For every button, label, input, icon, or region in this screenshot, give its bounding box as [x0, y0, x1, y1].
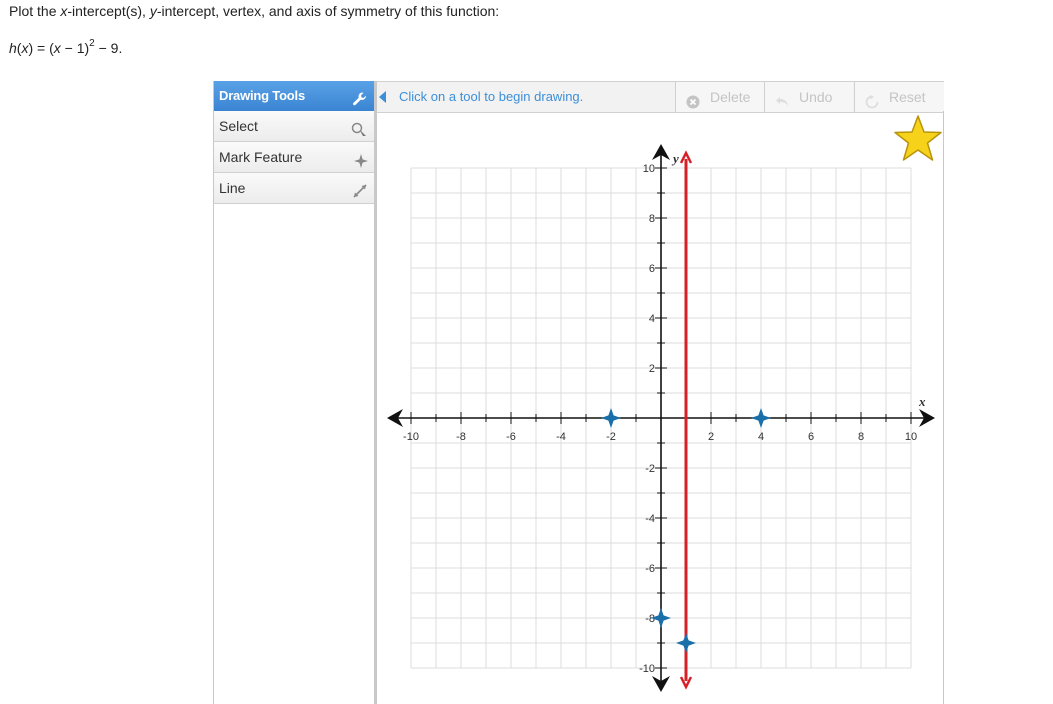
y-tick-label: 2	[649, 363, 655, 375]
undo-label: Undo	[799, 89, 833, 105]
delete-icon	[686, 89, 700, 119]
drawing-tools-panel: Drawing Tools Select Mark Feature Line	[213, 81, 375, 704]
instruction-part: y	[149, 3, 157, 19]
tool-mark-feature-label: Mark Feature	[219, 149, 303, 165]
y-tick-label: -2	[645, 463, 655, 475]
tool-select-label: Select	[219, 118, 258, 134]
equation-exponent: 2	[89, 38, 95, 49]
x-tick-label: 8	[858, 431, 864, 443]
panel-divider	[374, 81, 377, 704]
instruction-part: -intercept, vertex, and axis of symmetry…	[156, 3, 500, 19]
tool-line[interactable]: Line	[214, 173, 374, 204]
point-vertex[interactable]	[676, 633, 696, 653]
y-tick-label: -10	[639, 663, 655, 675]
axis-of-symmetry[interactable]	[679, 150, 693, 690]
instruction-part: -intercept(s),	[67, 3, 150, 19]
y-tick-label: 6	[649, 263, 655, 275]
equation-part: − 9.	[94, 40, 123, 56]
equation-part: h	[9, 40, 17, 56]
drawing-tools-title: Drawing Tools	[219, 88, 305, 103]
equation-part: x	[53, 40, 61, 56]
y-tick-label: -6	[645, 563, 655, 575]
equation-part: ) = (	[28, 40, 54, 56]
instruction-part: Plot the	[9, 3, 61, 19]
y-axis-label: y	[671, 151, 679, 166]
y-tick-label: -8	[645, 613, 655, 625]
y-tick-label: 10	[643, 163, 655, 175]
line-tool-icon	[351, 180, 369, 210]
equation-part: − 1)	[60, 40, 90, 56]
x-tick-label: 10	[905, 431, 917, 443]
point-y-intercept[interactable]	[651, 608, 671, 628]
x-tick-label: 2	[708, 431, 714, 443]
drawing-toolbar: Click on a tool to begin drawing. Delete…	[377, 81, 944, 113]
x-tick-label: -10	[403, 431, 419, 443]
reset-label: Reset	[889, 89, 926, 105]
toolbar-hint: Click on a tool to begin drawing.	[399, 89, 584, 104]
x-tick-label: 4	[758, 431, 764, 443]
point-x-intercept-left[interactable]	[601, 408, 621, 428]
delete-label: Delete	[710, 89, 751, 105]
undo-button[interactable]: Undo	[764, 82, 853, 112]
tool-mark-feature[interactable]: Mark Feature	[214, 142, 374, 173]
ticks: -10 -8 -6 -4 -2 2 4 6 8 10 10 8 6 4 2 -2 -4 -6 -8 -10	[403, 163, 917, 675]
x-tick-label: 6	[808, 431, 814, 443]
y-tick-label: -4	[645, 513, 655, 525]
point-x-intercept-right[interactable]	[751, 408, 771, 428]
drawing-tools-header: Drawing Tools	[214, 81, 374, 111]
instruction-text: Plot the x-intercept(s), y-intercept, ve…	[9, 3, 499, 19]
undo-icon	[775, 89, 791, 119]
x-tick-label: -8	[456, 431, 466, 443]
y-tick-label: 8	[649, 213, 655, 225]
x-axis-label: x	[918, 394, 926, 409]
collapse-arrow-icon[interactable]	[379, 90, 387, 108]
function-equation: h(x) = (x − 1)2 − 9.	[9, 38, 123, 56]
x-tick-label: -2	[606, 431, 616, 443]
coordinate-graph[interactable]: -10 -8 -6 -4 -2 2 4 6 8 10 10 8 6 4 2 -2 -4 -6 -8 -10 x y	[384, 140, 944, 696]
x-tick-label: -6	[506, 431, 516, 443]
y-tick-label: 4	[649, 313, 655, 325]
reset-button[interactable]: Reset	[854, 82, 944, 112]
x-tick-label: -4	[556, 431, 566, 443]
reset-icon	[865, 89, 879, 119]
tool-select[interactable]: Select	[214, 111, 374, 142]
tool-line-label: Line	[219, 180, 246, 196]
delete-button[interactable]: Delete	[675, 82, 764, 112]
